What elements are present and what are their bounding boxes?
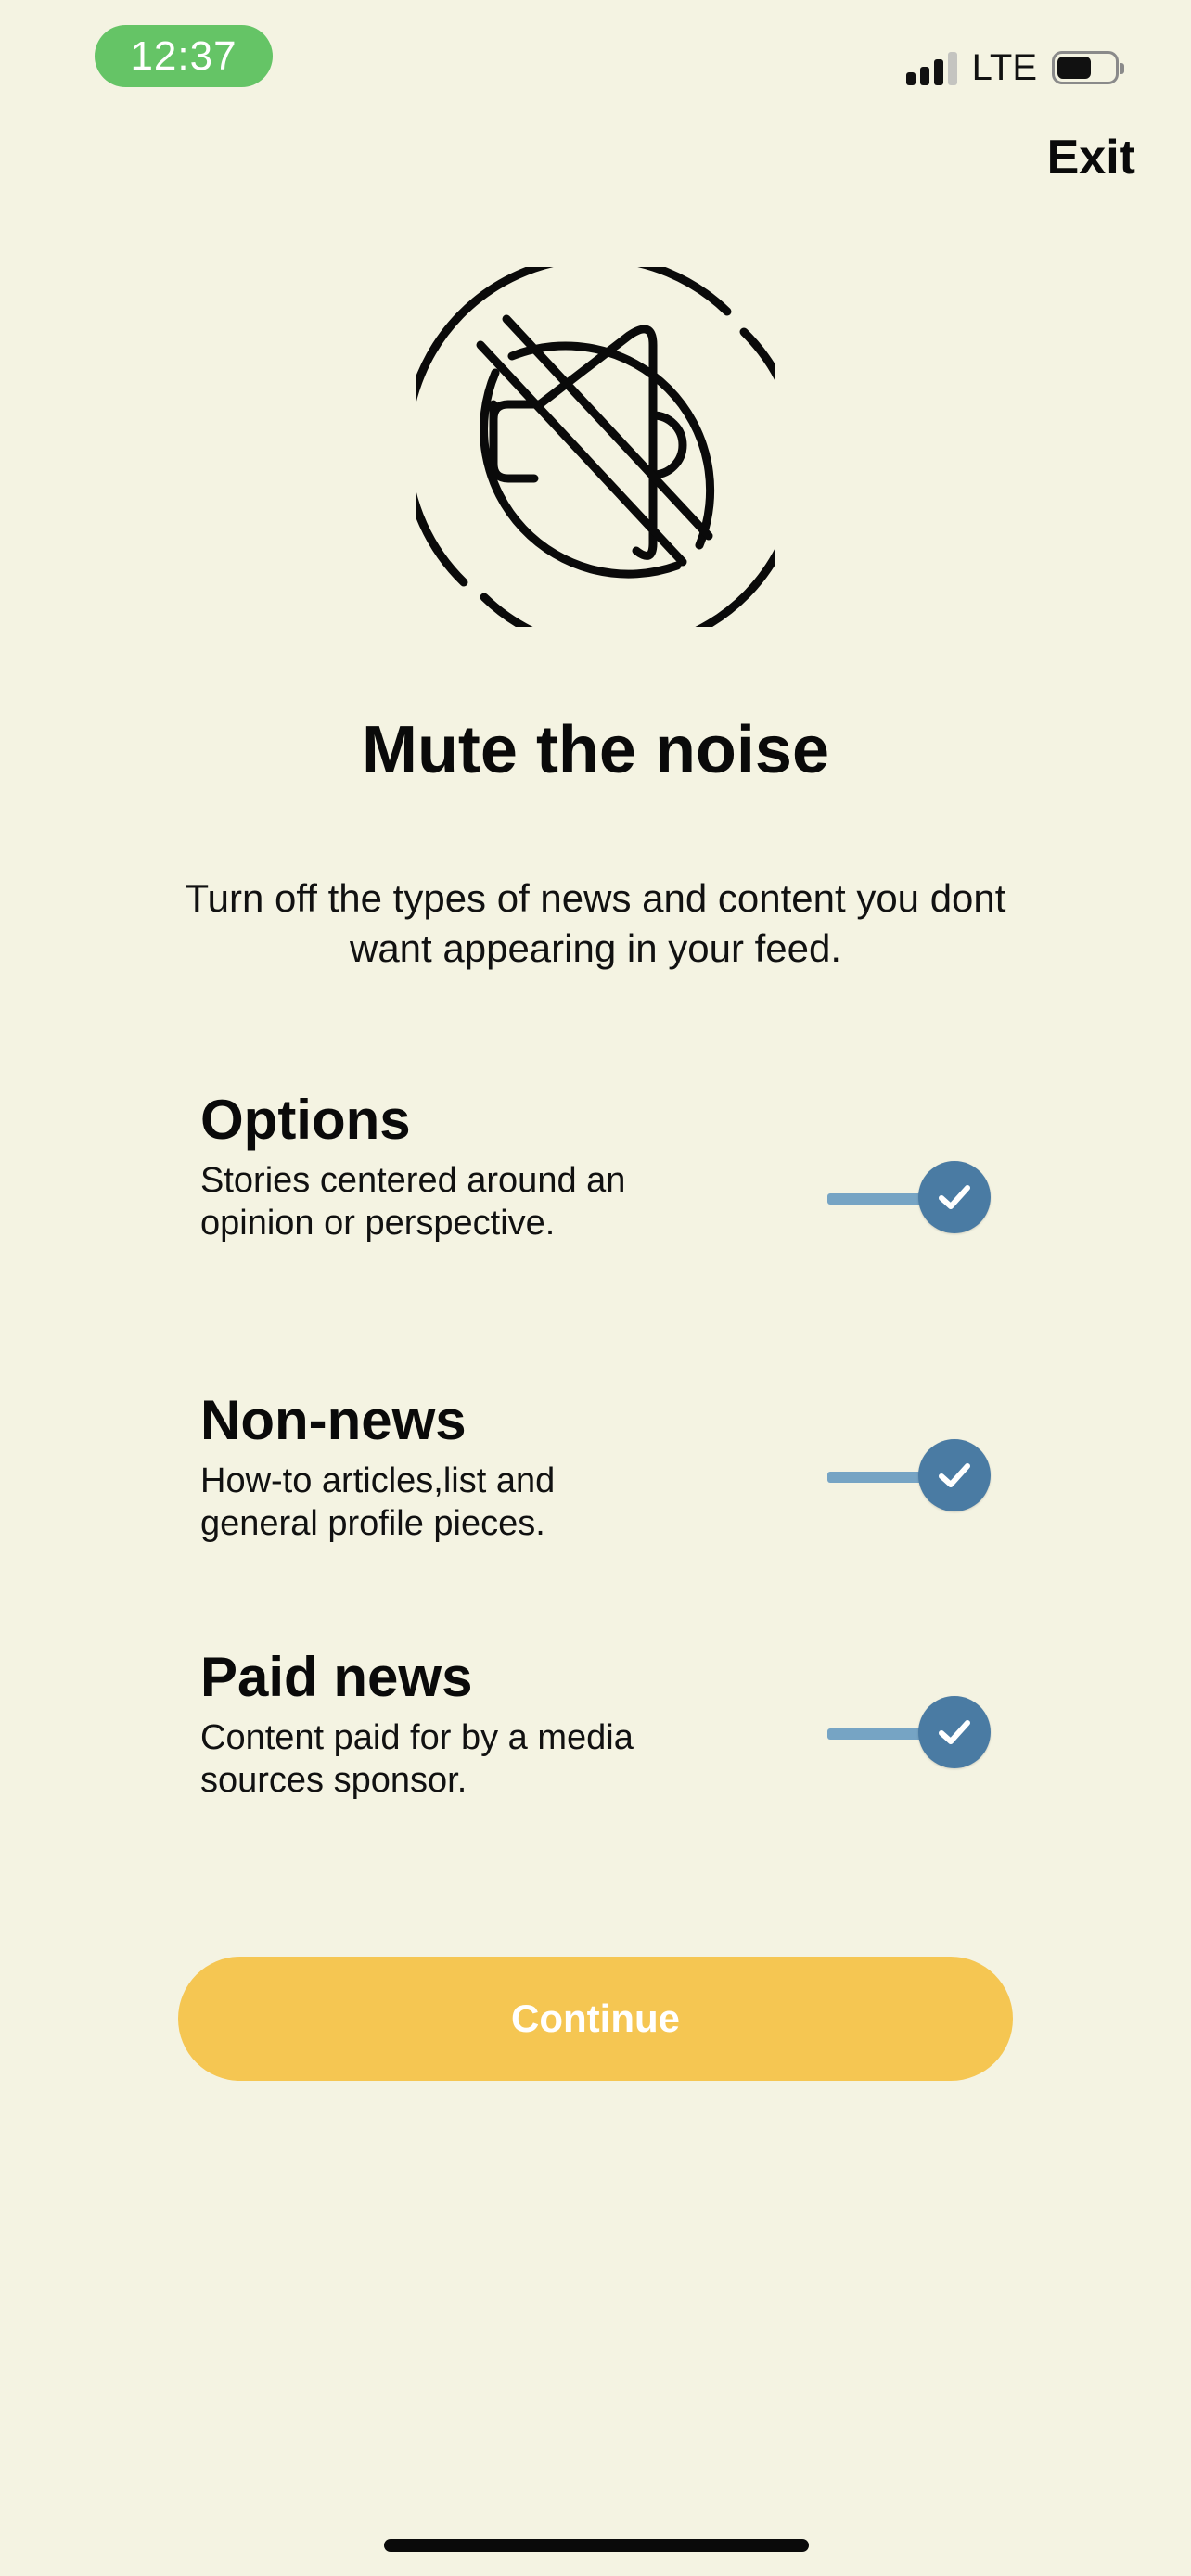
toggle-knob — [918, 1161, 991, 1233]
status-time: 12:37 — [95, 25, 273, 87]
battery-icon — [1052, 51, 1124, 84]
page-title: Mute the noise — [361, 713, 830, 787]
toggle-knob — [918, 1696, 991, 1768]
checkmark-icon — [939, 1185, 970, 1209]
page-subtitle: Turn off the types of news and content y… — [185, 876, 1006, 970]
checkmark-icon — [939, 1720, 970, 1744]
mute-noise-screen: 12:37 LTE Exit Mute the noise Turn off t… — [0, 0, 1191, 2576]
option-description: Stories centered around an opinion or pe… — [200, 1161, 626, 1243]
option-row-non-news: Non-news How-to articles,list and genera… — [200, 1387, 991, 1545]
status-indicators: LTE — [905, 46, 1124, 89]
continue-button[interactable]: Continue — [178, 1957, 1013, 2081]
option-row-paid-news: Paid news Content paid for by a media so… — [200, 1644, 991, 1802]
cellular-signal-icon — [905, 50, 957, 85]
option-description: Content paid for by a media sources spon… — [200, 1718, 634, 1800]
option-row-opinion: Options Stories centered around an opini… — [200, 1087, 991, 1244]
mute-speaker-icon — [416, 267, 775, 627]
option-title: Options — [200, 1089, 411, 1151]
toggle-track — [827, 1728, 929, 1740]
toggle-track — [827, 1193, 929, 1205]
option-description: How-to articles,list and general profile… — [200, 1461, 556, 1543]
paid-news-toggle[interactable] — [827, 1696, 991, 1770]
checkmark-icon — [939, 1463, 970, 1487]
battery-level — [1057, 57, 1091, 79]
exit-button[interactable]: Exit — [1047, 130, 1135, 185]
network-type-label: LTE — [971, 46, 1037, 88]
toggle-track — [827, 1472, 929, 1483]
home-indicator[interactable] — [384, 2539, 809, 2552]
toggle-knob — [918, 1439, 991, 1511]
non-news-toggle[interactable] — [827, 1439, 991, 1513]
opinion-toggle[interactable] — [827, 1161, 991, 1235]
